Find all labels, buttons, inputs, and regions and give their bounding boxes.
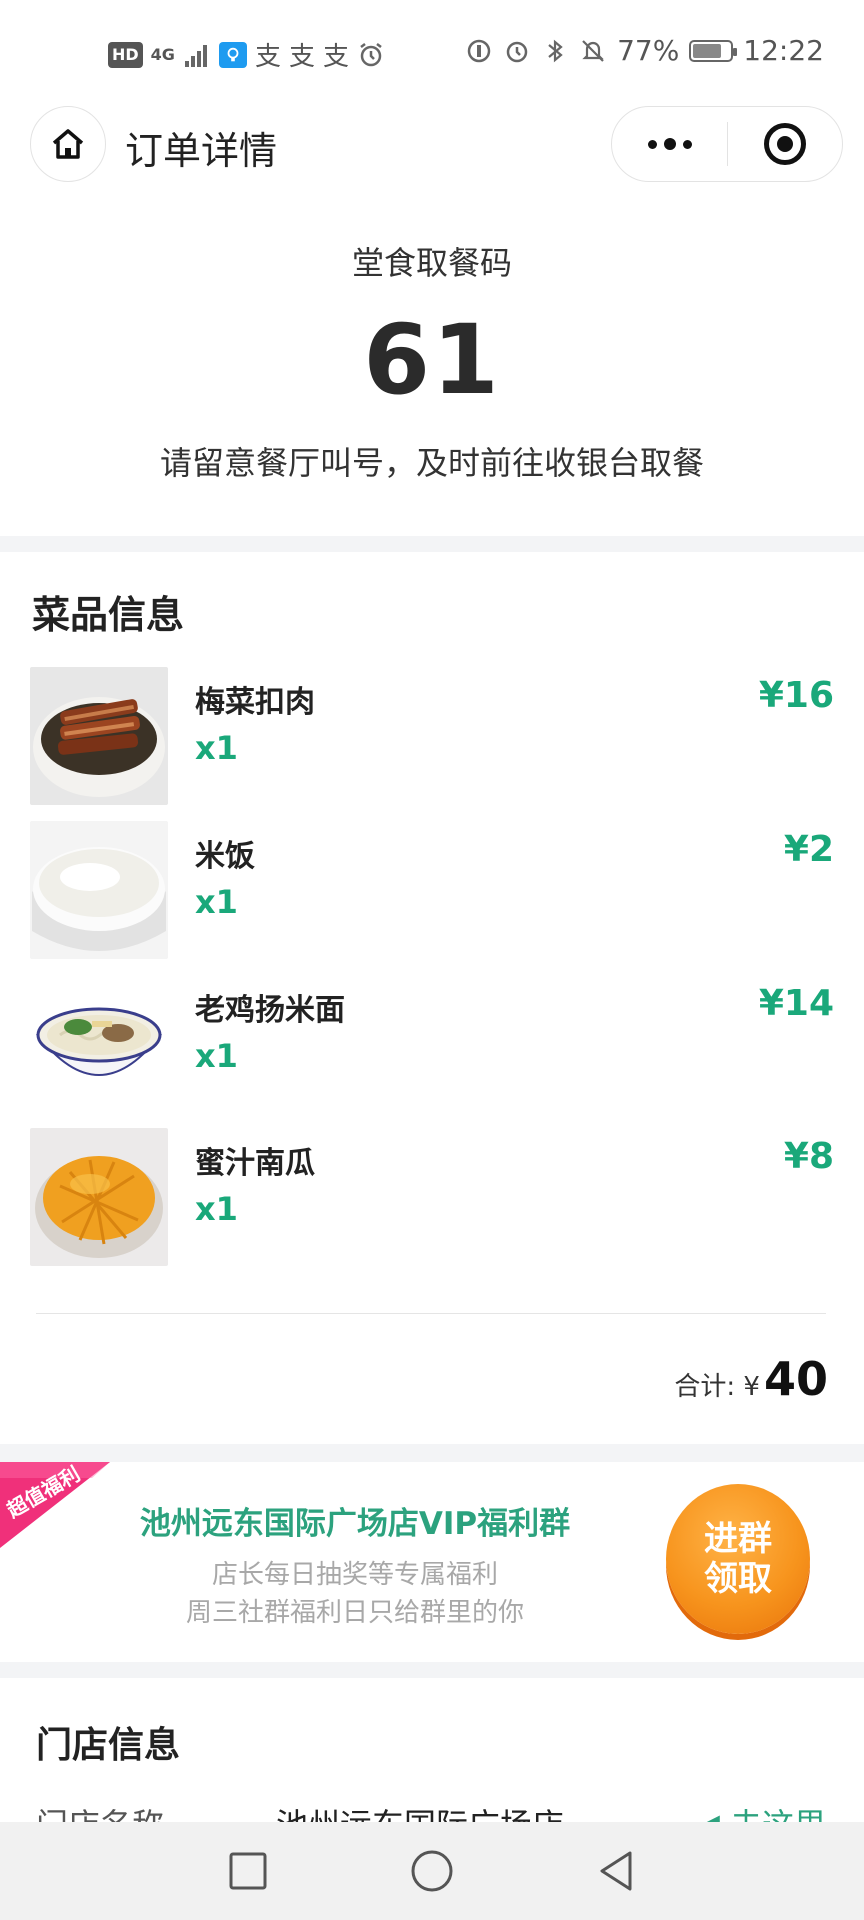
battery-percent: 77% <box>617 34 680 67</box>
battery-icon <box>689 39 738 62</box>
alipay-icon-1: 支 <box>254 42 281 72</box>
status-left: HD 4G 支 支 支 <box>108 36 385 73</box>
miniapp-capsule <box>611 106 843 182</box>
more-dot-icon <box>647 139 657 149</box>
alarm-icon <box>360 42 382 66</box>
status-right: 77% 12:22 <box>465 34 824 67</box>
back-button[interactable] <box>566 1822 666 1920</box>
more-button[interactable] <box>612 107 727 181</box>
promo-line-2: 周三社群福利日只给群里的你 <box>185 1598 524 1628</box>
dish-price: ¥14 <box>758 983 834 1024</box>
alipay-icon-2: 支 <box>288 42 315 72</box>
join-button-line-2: 领取 <box>704 1559 772 1599</box>
dish-image-pumpkin <box>30 1128 168 1266</box>
close-miniapp-button[interactable] <box>728 107 842 181</box>
promo-line-1: 店长每日抽奖等专属福利 <box>211 1560 498 1590</box>
dish-image-noodle <box>30 975 168 1113</box>
dish-row[interactable]: 蜜汁南瓜 x1 ¥8 <box>0 1128 864 1268</box>
network-label: 4G <box>150 45 175 64</box>
status-bar: HD 4G 支 支 支 77% 12:22 <box>0 0 864 100</box>
promo-banner: 超值福利 池州远东国际广场店VIP福利群 店长每日抽奖等专属福利 周三社群福利日… <box>0 1462 864 1662</box>
home-system-button[interactable] <box>382 1822 482 1920</box>
home-button[interactable] <box>30 106 106 182</box>
order-total: 合计: ¥ 40 <box>674 1352 828 1406</box>
dish-price: ¥8 <box>783 1136 834 1177</box>
clock: 12:22 <box>743 34 824 67</box>
square-icon <box>229 1852 267 1890</box>
dish-name: 老鸡扬米面 <box>195 993 345 1028</box>
dish-image-braised-pork <box>30 667 168 805</box>
pickup-card: 堂食取餐码 61 请留意餐厅叫号，及时前往收银台取餐 <box>0 190 864 536</box>
recents-button[interactable] <box>198 1822 298 1920</box>
home-icon <box>52 129 84 159</box>
pickup-tip: 请留意餐厅叫号，及时前往收银台取餐 <box>159 444 704 482</box>
alarm-icon-right <box>506 41 528 62</box>
section-gap <box>0 536 864 552</box>
data-saver-icon <box>467 39 491 62</box>
dishes-title: 菜品信息 <box>32 593 185 637</box>
promo-title: 池州远东国际广场店VIP福利群 <box>139 1506 571 1542</box>
dish-qty: x1 <box>195 729 238 767</box>
dish-image-rice <box>30 821 168 959</box>
total-label: 合计: ¥ <box>674 1372 760 1402</box>
signal-icon <box>184 44 207 67</box>
section-gap <box>0 1662 864 1678</box>
store-title: 门店信息 <box>36 1725 181 1766</box>
join-group-button[interactable]: 进群 领取 <box>666 1484 810 1634</box>
pickup-label: 堂食取餐码 <box>351 244 512 282</box>
dish-price: ¥2 <box>783 829 834 870</box>
join-button-line-1: 进群 <box>704 1519 772 1559</box>
system-nav-bar <box>0 1822 864 1920</box>
alipay-icon-3: 支 <box>322 42 349 72</box>
dish-row[interactable]: 米饭 x1 ¥2 <box>0 821 864 961</box>
bulb-app-icon <box>218 41 247 68</box>
page-title: 订单详情 <box>125 129 278 173</box>
dish-price: ¥16 <box>758 675 834 716</box>
dish-name: 米饭 <box>195 839 255 874</box>
dish-name: 梅菜扣肉 <box>195 685 315 720</box>
section-gap <box>0 1444 864 1462</box>
divider <box>36 1313 826 1314</box>
back-triangle-icon <box>600 1851 632 1891</box>
dish-row[interactable]: 梅菜扣肉 x1 ¥16 <box>0 667 864 807</box>
dish-name: 蜜汁南瓜 <box>195 1146 315 1181</box>
nav-bar: 订单详情 <box>0 100 864 190</box>
target-icon <box>764 123 806 165</box>
dish-qty: x1 <box>195 1190 238 1228</box>
dish-qty: x1 <box>195 883 238 921</box>
mute-icon <box>582 39 604 62</box>
pickup-code: 61 <box>363 304 501 416</box>
circle-icon <box>411 1850 453 1892</box>
bluetooth-icon <box>548 39 563 62</box>
dish-qty: x1 <box>195 1037 238 1075</box>
dish-row[interactable]: 老鸡扬米面 x1 ¥14 <box>0 975 864 1115</box>
hd-badge: HD <box>108 41 143 68</box>
total-value: 40 <box>763 1352 828 1406</box>
more-dot-icon <box>682 139 692 149</box>
more-dot-icon <box>663 138 676 150</box>
